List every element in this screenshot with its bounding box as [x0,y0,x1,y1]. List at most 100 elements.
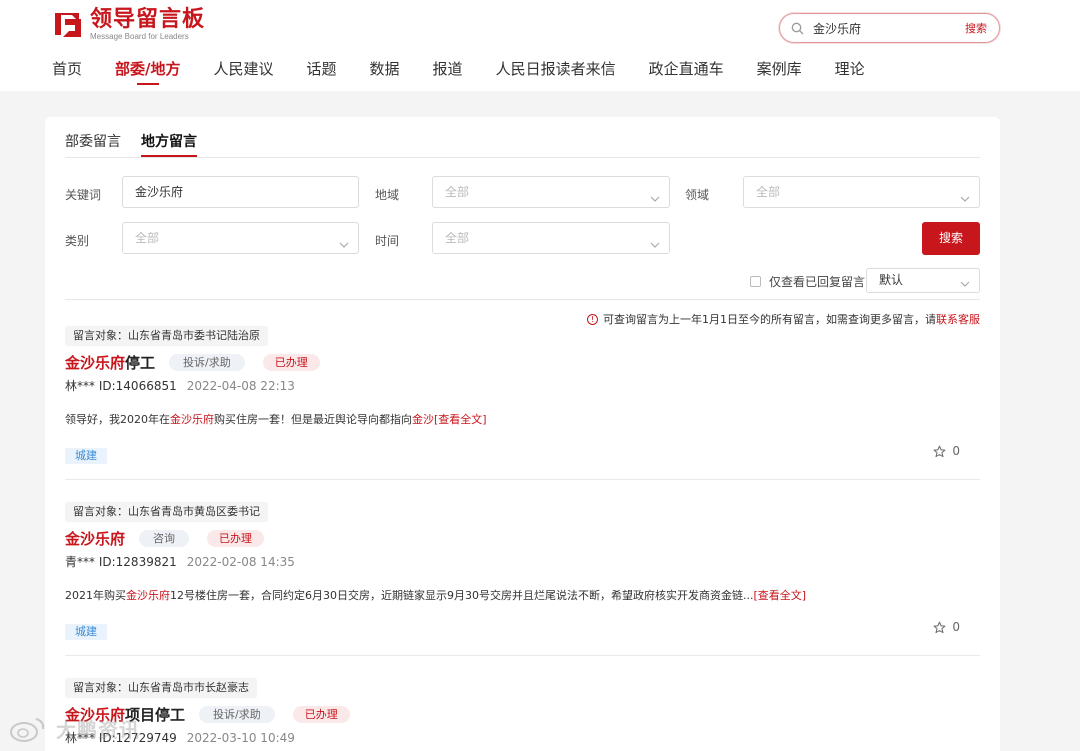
domain-select-value: 全部 [756,185,781,199]
excerpt-highlight: 金沙乐府 [126,589,170,602]
message-title[interactable]: 金沙乐府停工 [65,352,155,373]
status-badge: 已办理 [292,705,350,723]
filter-search-button[interactable]: 搜索 [922,222,980,255]
message-type-tag: 咨询 [139,529,190,547]
view-full-link[interactable]: [查看全文] [434,413,487,426]
list-item: 留言对象：山东省青岛市黄岛区委书记 金沙乐府 咨询 已办理 青*** ID:12… [65,500,980,640]
title-rest: 停工 [125,353,156,372]
chevron-down-icon [649,232,661,248]
watermark: 大鹏资讯 [8,714,140,743]
author: 青*** [65,555,96,569]
message-target: 留言对象：山东省青岛市黄岛区委书记 [65,502,268,522]
tab-local-messages[interactable]: 地方留言 [141,131,197,157]
weibo-icon [10,717,45,742]
message-date: 2022-02-08 14:35 [186,555,295,569]
nav-item-suggestions[interactable]: 人民建议 [214,57,274,87]
message-id: ID:12839821 [98,555,177,569]
tabs-divider [65,157,980,158]
nav-item-enterprise[interactable]: 政企直通车 [649,57,724,87]
top-search-button[interactable]: 搜索 [965,20,987,36]
nav-item-reader-letters[interactable]: 人民日报读者来信 [496,57,616,87]
only-replied-checkbox[interactable] [750,276,761,287]
nav-item-data[interactable]: 数据 [370,57,400,87]
favorite-button[interactable]: 0 [933,620,960,634]
sub-tabs: 部委留言 地方留言 [65,131,217,157]
region-select-value: 全部 [445,185,470,199]
domain-select[interactable]: 全部 [743,176,980,208]
region-select[interactable]: 全部 [432,176,670,208]
logo-mark-icon [52,9,84,41]
excerpt-highlight: 金沙 [412,413,434,426]
time-label: 时间 [375,234,400,248]
title-highlight: 金沙乐府 [65,529,126,548]
excerpt-highlight: 金沙乐府 [170,413,214,426]
top-search-input[interactable] [813,21,953,35]
favorite-count: 0 [952,620,960,634]
nav-item-cases[interactable]: 案例库 [757,57,802,87]
domain-label: 领域 [685,188,710,202]
top-search-bar: 搜索 [779,13,1000,43]
excerpt-text: 领导好，我2020年在 [65,413,170,426]
chevron-down-icon [338,232,350,248]
favorite-button[interactable]: 0 [933,444,960,458]
site-logo[interactable]: 领导留言板 Message Board for Leaders [52,8,205,42]
message-divider [65,479,980,480]
nav-item-ministry-local[interactable]: 部委/地方 [115,57,180,87]
nav-item-reports[interactable]: 报道 [433,57,463,87]
chevron-down-icon [959,186,971,202]
excerpt-text: 2021年购买 [65,589,126,602]
message-target: 留言对象：山东省青岛市委书记陆治原 [65,326,268,346]
message-target: 留言对象：山东省青岛市市长赵豪志 [65,678,257,698]
status-badge: 已办理 [262,353,320,371]
nav-item-home[interactable]: 首页 [52,57,82,87]
sort-select[interactable]: 默认 [866,268,980,293]
message-excerpt: 领导好，我2020年在金沙乐府购买住房一套！但是最近舆论导向都指向金沙[查看全文… [65,413,980,427]
chevron-down-icon [649,186,661,202]
site-header: 领导留言板 Message Board for Leaders 搜索 首页 部委… [0,0,1080,91]
keyword-input[interactable]: 金沙乐府 [122,176,359,208]
region-label: 地域 [375,188,400,202]
view-full-link[interactable]: [查看全文] [753,589,806,602]
info-icon: ! [587,313,598,325]
main-nav: 首页 部委/地方 人民建议 话题 数据 报道 人民日报读者来信 政企直通车 案例… [52,57,898,87]
message-date: 2022-04-08 22:13 [186,379,295,393]
message-title[interactable]: 金沙乐府 [65,528,125,549]
category-label: 类别 [65,234,90,248]
title-highlight: 金沙乐府 [65,353,126,372]
field-tag[interactable]: 城建 [65,448,107,464]
message-date: 2022-03-10 10:49 [186,731,295,745]
message-id: ID:14066851 [98,379,177,393]
excerpt-text: 12号楼住房一套，合同约定6月30日交房，近期链家显示9月30号交房并且烂尾说法… [170,589,754,602]
category-select-value: 全部 [135,231,160,245]
only-replied-option: 仅查看已回复留言 [750,273,865,290]
category-select[interactable]: 全部 [122,222,359,254]
watermark-text: 大鹏资讯 [56,718,140,742]
nav-item-topics[interactable]: 话题 [307,57,337,87]
author: 林*** [65,379,96,393]
sort-select-value: 默认 [879,273,904,287]
keyword-label: 关键词 [65,188,102,202]
list-item: 留言对象：山东省青岛市市长赵豪志 金沙乐府项目停工 投诉/求助 已办理 林***… [65,676,980,746]
message-panel: 部委留言 地方留言 关键词 金沙乐府 地域 全部 领域 全部 类别 全部 时间 … [45,117,1000,751]
status-badge: 已办理 [207,529,265,547]
only-replied-label: 仅查看已回复留言 [769,275,866,289]
field-tag[interactable]: 城建 [65,624,107,640]
search-icon [790,21,804,35]
filter-divider [65,299,980,300]
star-icon [933,621,946,633]
nav-item-theory[interactable]: 理论 [835,57,865,87]
list-item: 留言对象：山东省青岛市委书记陆治原 金沙乐府停工 投诉/求助 已办理 林*** … [65,324,980,464]
logo-subtitle: Message Board for Leaders [90,32,189,41]
logo-title: 领导留言板 [90,7,206,32]
time-select[interactable]: 全部 [432,222,670,254]
message-type-tag: 投诉/求助 [199,705,275,723]
star-icon [933,445,946,457]
time-select-value: 全部 [445,231,470,245]
chevron-down-icon [959,275,971,287]
message-excerpt: 2021年购买金沙乐府12号楼住房一套，合同约定6月30日交房，近期链家显示9月… [65,589,980,603]
message-divider [65,655,980,656]
favorite-count: 0 [952,444,960,458]
message-type-tag: 投诉/求助 [169,353,245,371]
excerpt-text: 购买住房一套！但是最近舆论导向都指向 [214,413,412,426]
tab-ministry-messages[interactable]: 部委留言 [65,131,121,157]
